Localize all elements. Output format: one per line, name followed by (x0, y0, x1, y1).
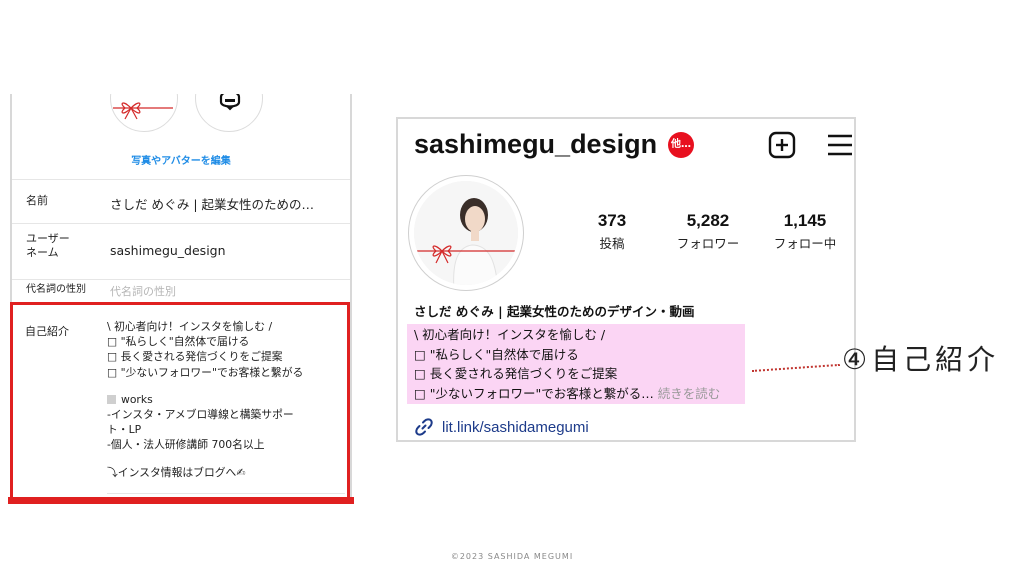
bio-line: □ 長く愛される発信づくりをご提案 (414, 366, 618, 381)
stat-value: 1,145 (783, 211, 827, 230)
stat-value: 5,282 (686, 211, 730, 230)
posts-count[interactable]: 373 投稿 (567, 211, 657, 252)
bio-line: ト・LP (107, 423, 142, 437)
ribbon-icon (113, 102, 173, 120)
bio-label: 自己紹介 (25, 325, 69, 338)
display-name: さしだ めぐみ | 起業女性のためのデザイン・動画 (414, 304, 695, 319)
stat-value: 373 (597, 211, 627, 230)
bio-line: \ 初心者向け！インスタを愉しむ / (107, 320, 273, 333)
name-field-row[interactable]: 名前 さしだ めぐみ | 起業女性のための… (12, 180, 350, 224)
username-field-row[interactable]: ユーザー ネーム sashimegu_design (12, 224, 350, 280)
divider (107, 493, 345, 494)
bio-line-text: works (121, 392, 153, 406)
square-icon (107, 394, 116, 404)
profile-bio: \ 初心者向け！インスタを愉しむ / □ "私らしく"自然体で届ける □ 長く愛… (414, 325, 720, 403)
profile-username[interactable]: sashimegu_design (414, 129, 657, 160)
stat-label: フォロー中 (773, 236, 837, 251)
bio-line: \ 初心者向け！インスタを愉しむ / (414, 327, 606, 342)
pronouns-label: 代名詞の性別 (26, 284, 86, 295)
bio-blank-line (107, 453, 345, 465)
annotation-label: ④自己紹介 (842, 343, 1000, 376)
bio-line: □ "私らしく"自然体で届ける (414, 346, 579, 362)
bio-line: □ "少ないフォロワー"でお客様と繋がる (107, 365, 304, 379)
pronouns-field-row[interactable]: 代名詞の性別 代名詞の性別 (12, 280, 350, 302)
avatar-option[interactable] (195, 94, 263, 132)
stat-label: フォロワー (676, 236, 740, 251)
read-more-link[interactable]: 続きを読む (654, 386, 721, 401)
username-label-line-1: ユーザー (26, 232, 70, 245)
username-label: ユーザー ネーム (26, 232, 70, 261)
bio-line: □ 長く愛される発信づくりをご提案 (107, 350, 283, 364)
followers-count[interactable]: 5,282 フォロワー (663, 211, 753, 252)
profile-link-text[interactable]: lit.link/sashidamegumi (442, 419, 589, 436)
username-label-line-2: ネーム (26, 246, 59, 260)
profile-link[interactable]: lit.link/sashidamegumi (414, 417, 589, 437)
instagram-profile: sashimegu_design 他… 373 投稿 5,282 フォロワー 1… (396, 117, 856, 442)
highlight-bar (8, 497, 354, 504)
bio-line-text: □ "少ないフォロワー"でお客様と繋がる… (414, 385, 654, 401)
name-field[interactable]: さしだ めぐみ | 起業女性のための… (110, 194, 314, 213)
pronouns-field[interactable]: 代名詞の性別 (110, 283, 176, 299)
stat-label: 投稿 (599, 236, 625, 251)
portrait-illustration (414, 181, 518, 285)
link-icon (415, 418, 433, 436)
bio-line: works (107, 392, 345, 407)
bio-highlight-frame[interactable]: 自己紹介 \ 初心者向け！インスタを愉しむ / □ "私らしく"自然体で届ける … (10, 302, 350, 504)
bio-field[interactable]: \ 初心者向け！インスタを愉しむ / □ "私らしく"自然体で届ける □ 長く愛… (107, 319, 345, 497)
bio-line: -インスタ・アメブロ導線と構築サポー (107, 408, 294, 422)
create-post-icon[interactable] (768, 131, 796, 159)
avatar-section: 写真やアバターを編集 (12, 94, 350, 180)
edit-photo-link[interactable]: 写真やアバターを編集 (12, 152, 350, 167)
bio-line: -個人・法人研修講師 700名以上 (107, 438, 265, 452)
bio-line: □ "私らしく"自然体で届ける (107, 335, 250, 349)
following-count[interactable]: 1,145 フォロー中 (760, 211, 850, 252)
profile-photo-image (414, 181, 518, 285)
bio-blank-line (107, 380, 345, 392)
avatar-face-icon (219, 94, 241, 111)
bio-line: ⤵インスタ情報はブログへ✍ (107, 465, 246, 479)
bio-line: □ "少ないフォロワー"でお客様と繋がる… 続きを読む (414, 384, 720, 404)
profile-photo-avatar[interactable] (110, 94, 178, 132)
copyright-footer: ©2023 SASHIDA MEGUMI (450, 552, 574, 561)
menu-icon[interactable] (826, 133, 854, 157)
username-field[interactable]: sashimegu_design (110, 243, 226, 258)
profile-photo[interactable] (408, 175, 524, 291)
notification-badge[interactable]: 他… (668, 132, 694, 158)
name-label: 名前 (26, 194, 48, 207)
